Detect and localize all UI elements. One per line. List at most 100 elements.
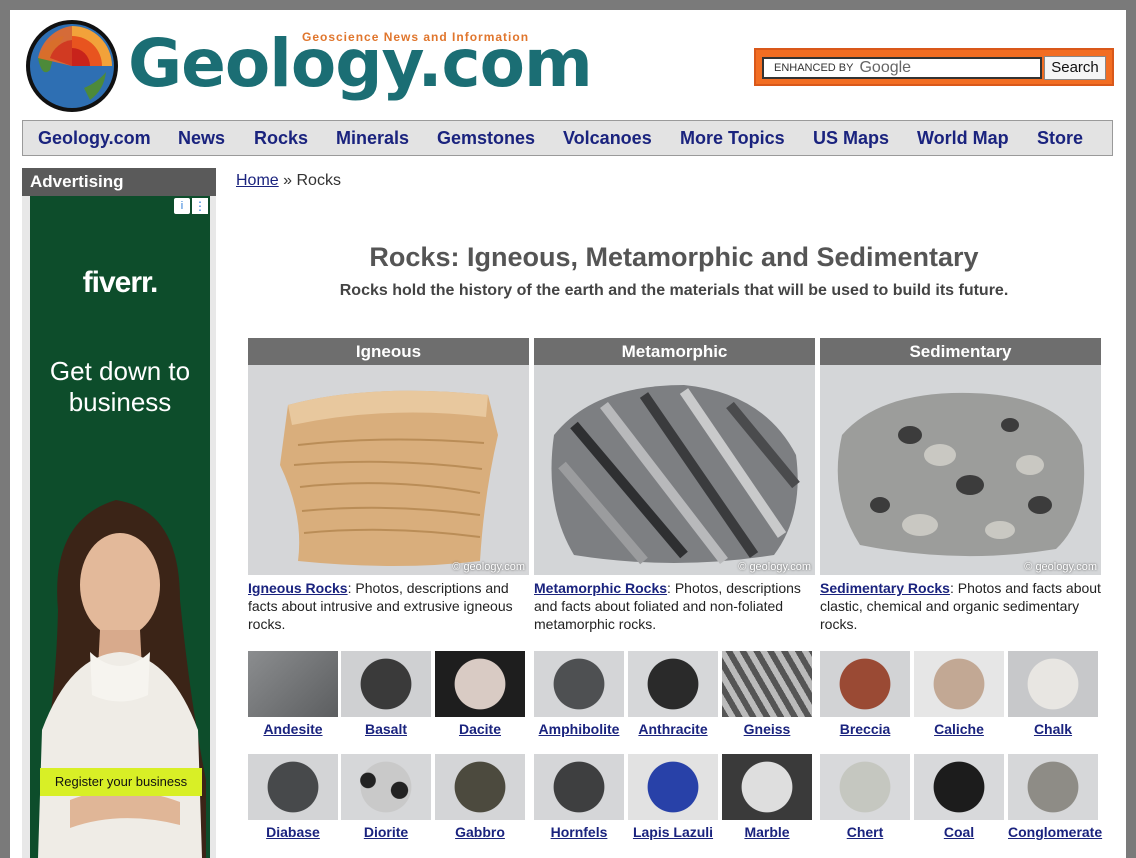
rock-thumb-image[interactable] xyxy=(341,651,431,717)
rock-thumb-link[interactable]: Basalt xyxy=(341,721,431,737)
rock-thumb-image[interactable] xyxy=(628,651,718,717)
rock-thumb-chert[interactable]: Chert xyxy=(820,754,910,840)
ad-cta-button[interactable]: Register your business xyxy=(40,768,202,796)
rock-thumb-link[interactable]: Conglomerate xyxy=(1008,824,1102,840)
category-description: Metamorphic Rocks: Photos, descriptions … xyxy=(534,579,815,633)
nav-item-world-map[interactable]: World Map xyxy=(917,121,1009,155)
nav-item-rocks[interactable]: Rocks xyxy=(254,121,308,155)
menu-dots-icon[interactable]: ⋮ xyxy=(192,198,208,214)
rock-thumb-breccia[interactable]: Breccia xyxy=(820,651,910,737)
category-sedimentary: Sedimentary © geology.com Sedimentary Ro… xyxy=(820,338,1101,633)
nav-item-minerals[interactable]: Minerals xyxy=(336,121,409,155)
rock-thumb-link[interactable]: Anthracite xyxy=(628,721,718,737)
search-box: ENHANCED BY Google Search xyxy=(754,48,1114,86)
earth-globe-logo-icon[interactable] xyxy=(24,18,120,114)
rock-thumb-basalt[interactable]: Basalt xyxy=(341,651,431,737)
rock-thumb-conglomerate[interactable]: Conglomerate xyxy=(1008,754,1102,840)
nav-item-geology[interactable]: Geology.com xyxy=(38,121,151,155)
rock-thumb-dacite[interactable]: Dacite xyxy=(435,651,525,737)
rock-thumb-image[interactable] xyxy=(914,651,1004,717)
igneous-rock-image[interactable]: © geology.com xyxy=(248,365,529,575)
rock-thumb-link[interactable]: Coal xyxy=(914,824,1004,840)
main-nav: Geology.com News Rocks Minerals Gemstone… xyxy=(22,120,1113,156)
ad-person-image xyxy=(38,500,206,858)
rock-thumb-link[interactable]: Chert xyxy=(820,824,910,840)
rock-thumb-anthracite[interactable]: Anthracite xyxy=(628,651,718,737)
rock-thumb-link[interactable]: Gneiss xyxy=(722,721,812,737)
search-button[interactable]: Search xyxy=(1044,56,1106,80)
rock-thumb-coal[interactable]: Coal xyxy=(914,754,1004,840)
igneous-rocks-link[interactable]: Igneous Rocks xyxy=(248,580,348,596)
nav-item-us-maps[interactable]: US Maps xyxy=(813,121,889,155)
nav-item-news[interactable]: News xyxy=(178,121,225,155)
rock-thumb-lapis-lazuli[interactable]: Lapis Lazuli xyxy=(628,754,718,840)
rock-thumb-amphibolite[interactable]: Amphibolite xyxy=(534,651,624,737)
category-igneous: Igneous © geology.com Igneous Rocks: Pho… xyxy=(248,338,529,633)
category-metamorphic: Metamorphic © geology.com Metamorphic Ro… xyxy=(534,338,815,633)
nav-item-more-topics[interactable]: More Topics xyxy=(680,121,785,155)
rock-thumb-link[interactable]: Marble xyxy=(722,824,812,840)
category-heading: Metamorphic xyxy=(534,338,815,365)
nav-item-volcanoes[interactable]: Volcanoes xyxy=(563,121,652,155)
ad-header: Advertising xyxy=(22,168,216,196)
breadcrumb-home-link[interactable]: Home xyxy=(236,172,279,189)
rock-thumb-link[interactable]: Gabbro xyxy=(435,824,525,840)
ad-banner[interactable]: i ⋮ fiverr. Get down to business Registe… xyxy=(30,196,210,858)
rock-thumb-image[interactable] xyxy=(1008,651,1098,717)
rock-thumb-link[interactable]: Andesite xyxy=(248,721,338,737)
category-heading: Sedimentary xyxy=(820,338,1101,365)
search-input[interactable]: ENHANCED BY Google xyxy=(762,57,1042,79)
breadcrumb: Home » Rocks xyxy=(236,172,341,190)
rock-thumb-image[interactable] xyxy=(534,754,624,820)
sedimentary-rock-image[interactable]: © geology.com xyxy=(820,365,1101,575)
rock-thumb-image[interactable] xyxy=(435,754,525,820)
metamorphic-rock-image[interactable]: © geology.com xyxy=(534,365,815,575)
info-icon[interactable]: i xyxy=(174,198,190,214)
category-description: Sedimentary Rocks: Photos and facts abou… xyxy=(820,579,1101,633)
rock-thumb-image[interactable] xyxy=(248,754,338,820)
page: Geoscience News and Information Geology.… xyxy=(10,10,1126,858)
rock-thumb-image[interactable] xyxy=(435,651,525,717)
rock-thumb-link[interactable]: Amphibolite xyxy=(534,721,624,737)
rock-thumb-link[interactable]: Caliche xyxy=(914,721,1004,737)
page-subtitle: Rocks hold the history of the earth and … xyxy=(339,282,1009,299)
rock-thumb-image[interactable] xyxy=(820,651,910,717)
rock-thumb-andesite[interactable]: Andesite xyxy=(248,651,338,737)
rock-thumb-image[interactable] xyxy=(628,754,718,820)
rock-thumb-image[interactable] xyxy=(722,754,812,820)
watermark: © geology.com xyxy=(738,561,811,573)
nav-item-store[interactable]: Store xyxy=(1037,121,1083,155)
rock-thumb-image[interactable] xyxy=(722,651,812,717)
rock-thumb-diorite[interactable]: Diorite xyxy=(341,754,431,840)
nav-item-gemstones[interactable]: Gemstones xyxy=(437,121,535,155)
metamorphic-rocks-link[interactable]: Metamorphic Rocks xyxy=(534,580,667,596)
rock-thumb-link[interactable]: Diabase xyxy=(248,824,338,840)
rock-thumb-marble[interactable]: Marble xyxy=(722,754,812,840)
rock-thumb-image[interactable] xyxy=(248,651,338,717)
sedimentary-rocks-link[interactable]: Sedimentary Rocks xyxy=(820,580,950,596)
rock-thumb-image[interactable] xyxy=(341,754,431,820)
rock-thumb-link[interactable]: Hornfels xyxy=(534,824,624,840)
rock-thumb-link[interactable]: Chalk xyxy=(1008,721,1098,737)
ad-brand: fiverr. xyxy=(82,266,159,299)
rock-thumb-image[interactable] xyxy=(914,754,1004,820)
rock-thumb-link[interactable]: Breccia xyxy=(820,721,910,737)
rock-thumb-image[interactable] xyxy=(534,651,624,717)
rock-thumb-diabase[interactable]: Diabase xyxy=(248,754,338,840)
rock-thumb-caliche[interactable]: Caliche xyxy=(914,651,1004,737)
ad-tagline: Get down to business xyxy=(49,356,191,417)
watermark: © geology.com xyxy=(1024,561,1097,573)
rock-thumb-image[interactable] xyxy=(1008,754,1098,820)
rock-thumb-link[interactable]: Dacite xyxy=(435,721,525,737)
rock-thumb-image[interactable] xyxy=(820,754,910,820)
site-logo-text[interactable]: Geology.com xyxy=(128,24,593,104)
rock-thumb-hornfels[interactable]: Hornfels xyxy=(534,754,624,840)
watermark: © geology.com xyxy=(452,561,525,573)
rock-thumb-gabbro[interactable]: Gabbro xyxy=(435,754,525,840)
breadcrumb-current: Rocks xyxy=(296,172,341,189)
rock-thumb-link[interactable]: Lapis Lazuli xyxy=(628,824,718,840)
rock-thumb-gneiss[interactable]: Gneiss xyxy=(722,651,812,737)
rock-thumb-chalk[interactable]: Chalk xyxy=(1008,651,1098,737)
rock-thumb-link[interactable]: Diorite xyxy=(341,824,431,840)
category-heading: Igneous xyxy=(248,338,529,365)
